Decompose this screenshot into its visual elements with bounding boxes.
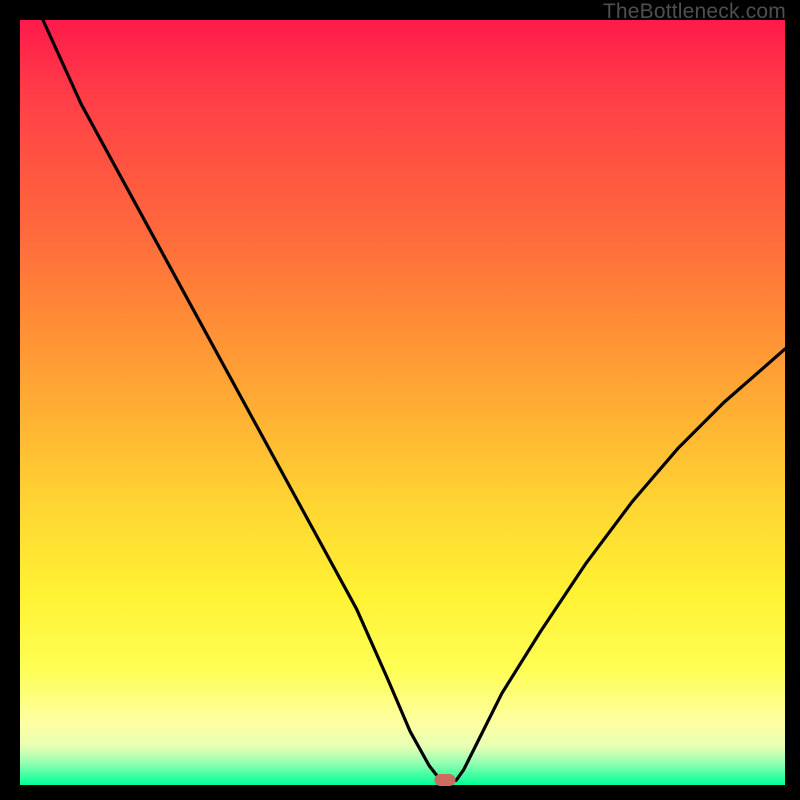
bottleneck-curve	[20, 20, 785, 785]
optimal-point-marker	[434, 774, 455, 786]
plot-area	[20, 20, 785, 785]
watermark-text: TheBottleneck.com	[603, 0, 786, 24]
chart-frame: TheBottleneck.com	[0, 0, 800, 800]
